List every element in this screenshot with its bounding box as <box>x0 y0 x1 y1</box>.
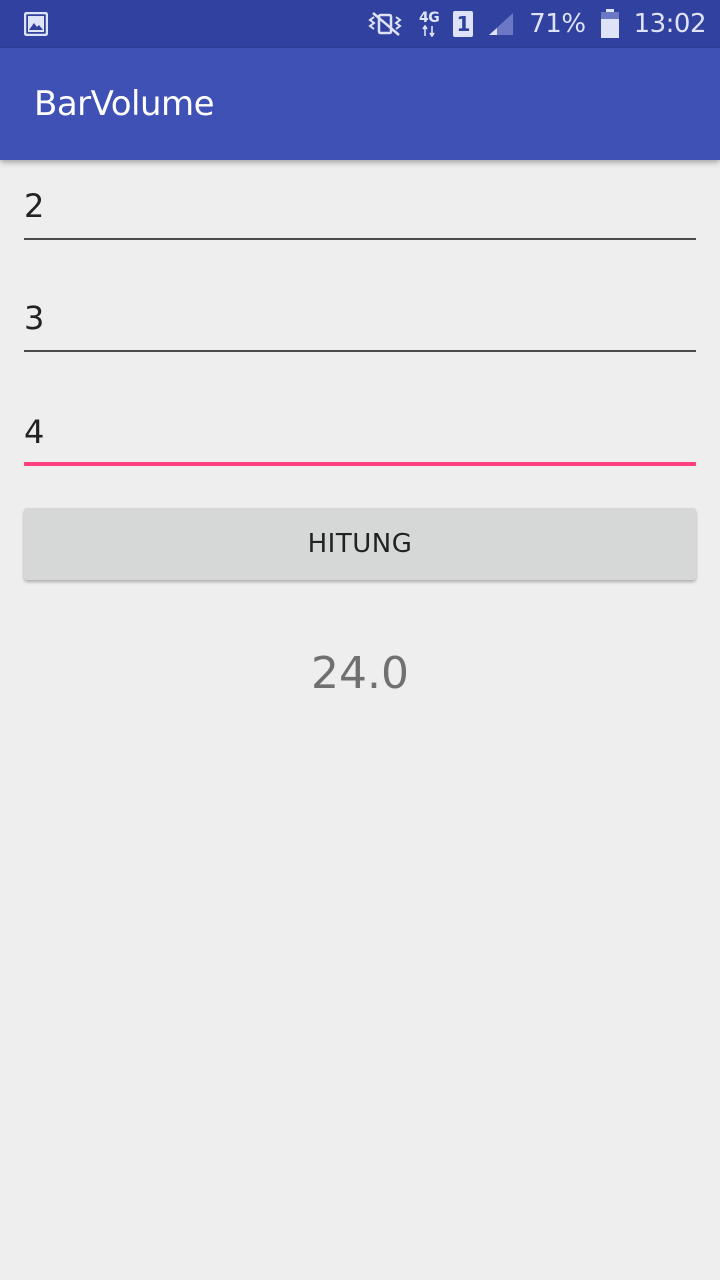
result-text: 24.0 <box>311 648 409 699</box>
app-title: BarVolume <box>34 84 215 124</box>
input-field-2-edit[interactable] <box>24 292 696 344</box>
status-bar: 4G 1 71% 13:02 <box>0 0 720 48</box>
app-bar: BarVolume <box>0 48 720 160</box>
clock: 13:02 <box>633 9 707 39</box>
network-4g-icon: 4G <box>419 10 440 37</box>
input-field-2[interactable] <box>24 292 696 352</box>
vibrate-mode-icon <box>365 11 405 37</box>
input-field-3-underline <box>24 462 696 466</box>
hitung-button[interactable]: HITUNG <box>24 508 696 580</box>
cell-signal-icon <box>487 11 515 37</box>
status-icons: 4G 1 71% 13:02 <box>365 0 707 48</box>
battery-icon <box>600 9 620 39</box>
input-field-1[interactable] <box>24 180 696 240</box>
battery-percent: 71% <box>529 9 586 39</box>
input-field-1-underline <box>24 238 696 240</box>
input-field-2-underline <box>24 350 696 352</box>
input-field-1-edit[interactable] <box>24 180 696 232</box>
input-field-3-edit[interactable] <box>24 406 696 458</box>
sim-1-icon: 1 <box>453 11 474 37</box>
input-field-3[interactable] <box>24 406 696 466</box>
network-type-text: 4G <box>419 10 440 26</box>
image-notification-icon <box>23 11 49 37</box>
